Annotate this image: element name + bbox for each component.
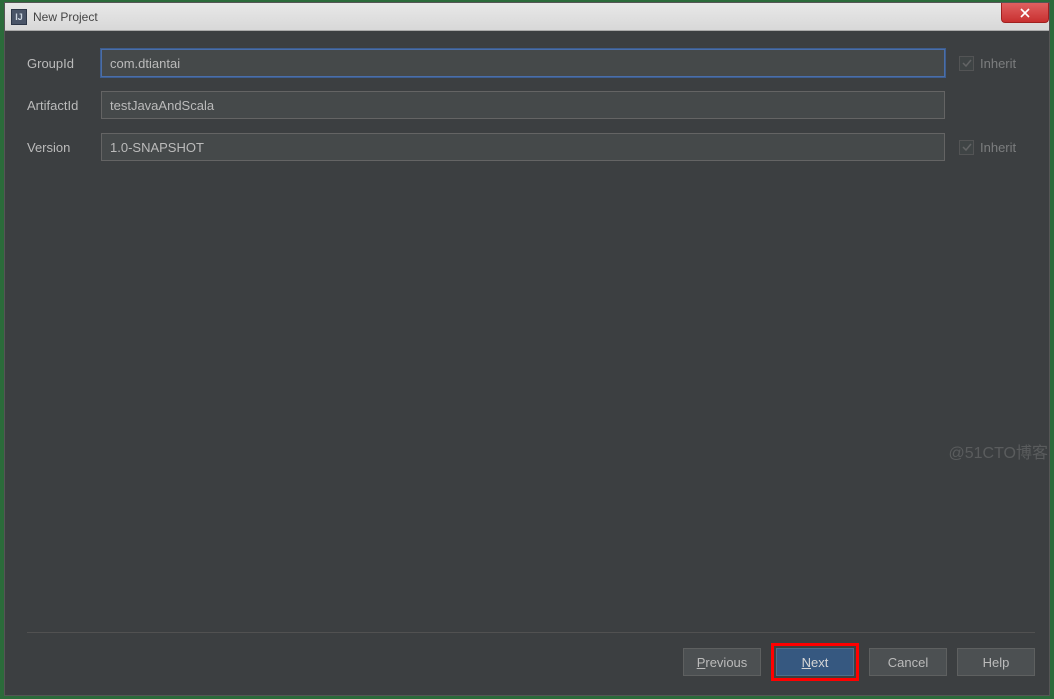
new-project-dialog: IJ New Project GroupId Inherit ArtifactI… bbox=[4, 2, 1050, 696]
previous-rest: revious bbox=[705, 655, 747, 670]
groupid-label: GroupId bbox=[27, 56, 87, 71]
artifactid-label: ArtifactId bbox=[27, 98, 87, 113]
version-row: Version Inherit bbox=[27, 133, 1035, 161]
app-icon: IJ bbox=[11, 9, 27, 25]
close-button[interactable] bbox=[1001, 3, 1049, 23]
groupid-inherit-checkbox bbox=[959, 56, 974, 71]
artifactid-row: ArtifactId bbox=[27, 91, 1035, 119]
previous-button[interactable]: Previous bbox=[683, 648, 761, 676]
version-label: Version bbox=[27, 140, 87, 155]
help-button[interactable]: Help bbox=[957, 648, 1035, 676]
version-inherit-checkbox bbox=[959, 140, 974, 155]
version-inherit: Inherit bbox=[959, 140, 1035, 155]
cancel-button[interactable]: Cancel bbox=[869, 648, 947, 676]
groupid-inherit-label: Inherit bbox=[980, 56, 1016, 71]
version-inherit-label: Inherit bbox=[980, 140, 1016, 155]
artifactid-input[interactable] bbox=[101, 91, 945, 119]
dialog-footer: Previous Next Cancel Help bbox=[27, 632, 1035, 683]
close-icon bbox=[1020, 8, 1030, 18]
title-bar: IJ New Project bbox=[5, 3, 1049, 31]
groupid-input[interactable] bbox=[101, 49, 945, 77]
next-rest: ext bbox=[811, 655, 828, 670]
check-icon bbox=[962, 58, 972, 68]
version-input[interactable] bbox=[101, 133, 945, 161]
next-button[interactable]: Next bbox=[776, 648, 854, 676]
next-highlight: Next bbox=[771, 643, 859, 681]
dialog-content: GroupId Inherit ArtifactId Version Inher… bbox=[5, 31, 1049, 695]
groupid-row: GroupId Inherit bbox=[27, 49, 1035, 77]
check-icon bbox=[962, 142, 972, 152]
content-spacer bbox=[27, 175, 1035, 632]
groupid-inherit: Inherit bbox=[959, 56, 1035, 71]
window-title: New Project bbox=[33, 10, 98, 24]
